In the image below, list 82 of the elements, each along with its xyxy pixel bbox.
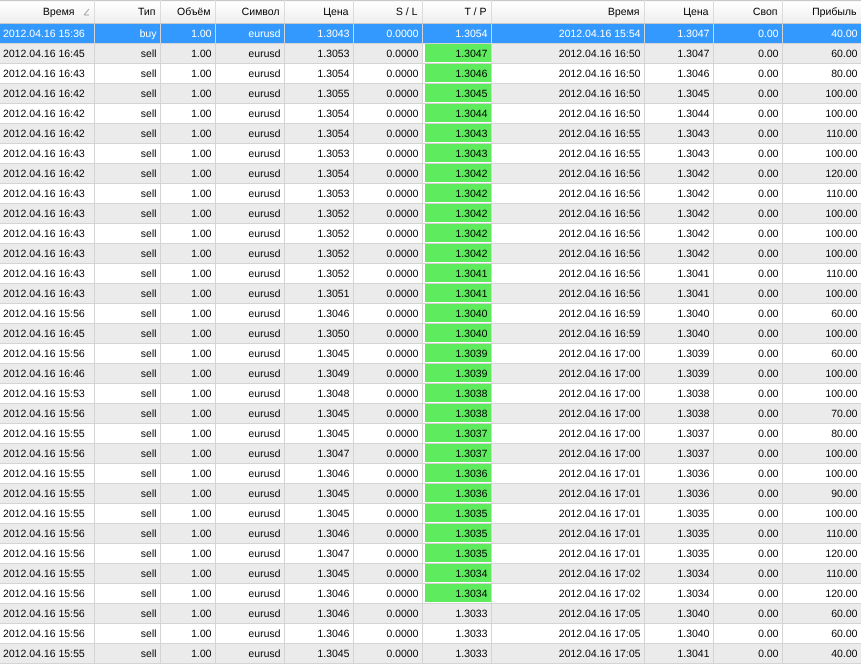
- column-header[interactable]: Прибыль: [782, 0, 861, 24]
- table-cell: eurusd: [215, 644, 284, 664]
- column-header[interactable]: Тип: [94, 0, 160, 24]
- table-cell: sell: [94, 644, 160, 664]
- table-cell: 1.3036: [422, 484, 491, 504]
- table-cell: 1.3045: [422, 84, 491, 104]
- table-cell: 1.3039: [422, 364, 491, 384]
- table-cell: 1.3045: [284, 644, 353, 664]
- column-header[interactable]: S / L: [353, 0, 422, 24]
- table-row[interactable]: 2012.04.16 15:56 sell 1.00 eurusd 1.3045 0.0000 1.3038 2012.04.16 17:00 1.3038 0.00 70.00: [0, 404, 861, 424]
- column-header[interactable]: T / P: [422, 0, 491, 24]
- table-cell: 1.3042: [422, 164, 491, 184]
- table-cell: 1.3038: [422, 384, 491, 404]
- table-row[interactable]: 2012.04.16 16:43 sell 1.00 eurusd 1.3053 0.0000 1.3043 2012.04.16 16:55 1.3043 0.00 100.00: [0, 144, 861, 164]
- table-cell: 1.3043: [422, 144, 491, 164]
- table-row[interactable]: 2012.04.16 15:56 sell 1.00 eurusd 1.3046 0.0000 1.3033 2012.04.16 17:05 1.3040 0.00 60.00: [0, 624, 861, 644]
- table-cell: 2012.04.16 15:55: [0, 644, 94, 664]
- table-row[interactable]: 2012.04.16 15:56 sell 1.00 eurusd 1.3046 0.0000 1.3040 2012.04.16 16:59 1.3040 0.00 60.00: [0, 304, 861, 324]
- table-row[interactable]: 2012.04.16 15:55 sell 1.00 eurusd 1.3045 0.0000 1.3035 2012.04.16 17:01 1.3035 0.00 100.00: [0, 504, 861, 524]
- table-cell: 0.00: [713, 644, 782, 664]
- table-cell: 1.3040: [422, 304, 491, 324]
- table-cell: 1.3034: [422, 564, 491, 584]
- table-cell: 1.3036: [422, 464, 491, 484]
- table-row[interactable]: 2012.04.16 15:56 sell 1.00 eurusd 1.3047 0.0000 1.3037 2012.04.16 17:00 1.3037 0.00 100.00: [0, 444, 861, 464]
- table-row[interactable]: 2012.04.16 15:55 sell 1.00 eurusd 1.3045 0.0000 1.3034 2012.04.16 17:02 1.3034 0.00 110.00: [0, 564, 861, 584]
- table-row[interactable]: 2012.04.16 15:56 sell 1.00 eurusd 1.3047 0.0000 1.3035 2012.04.16 17:01 1.3035 0.00 120.00: [0, 544, 861, 564]
- sort-indicator-icon: [82, 8, 90, 16]
- table-cell: 0.0000: [353, 644, 422, 664]
- table-cell: 1.3037: [422, 444, 491, 464]
- table-row[interactable]: 2012.04.16 16:42 sell 1.00 eurusd 1.3055 0.0000 1.3045 2012.04.16 16:50 1.3045 0.00 100.00: [0, 84, 861, 104]
- table-row[interactable]: 2012.04.16 15:55 sell 1.00 eurusd 1.3045 0.0000 1.3033 2012.04.16 17:05 1.3041 0.00 40.00: [0, 644, 861, 664]
- table-row[interactable]: 2012.04.16 15:56 sell 1.00 eurusd 1.3046 0.0000 1.3035 2012.04.16 17:01 1.3035 0.00 110.00: [0, 524, 861, 544]
- table-row[interactable]: 2012.04.16 15:55 sell 1.00 eurusd 1.3045 0.0000 1.3036 2012.04.16 17:01 1.3036 0.00 90.00: [0, 484, 861, 504]
- table-row[interactable]: 2012.04.16 16:43 sell 1.00 eurusd 1.3052 0.0000 1.3042 2012.04.16 16:56 1.3042 0.00 100.00: [0, 244, 861, 264]
- table-cell: 1.3042: [422, 224, 491, 244]
- table-cell: 1.3035: [422, 504, 491, 524]
- table-cell: 1.3035: [422, 524, 491, 544]
- table-cell: 1.3042: [422, 244, 491, 264]
- table-row[interactable]: 2012.04.16 16:42 sell 1.00 eurusd 1.3054 0.0000 1.3044 2012.04.16 16:50 1.3044 0.00 100.00: [0, 104, 861, 124]
- table-cell: 1.00: [160, 644, 215, 664]
- table-cell: 1.3038: [422, 404, 491, 424]
- table-row[interactable]: 2012.04.16 16:43 sell 1.00 eurusd 1.3054 0.0000 1.3046 2012.04.16 16:50 1.3046 0.00 80.00: [0, 64, 861, 84]
- table-row[interactable]: 2012.04.16 16:45 sell 1.00 eurusd 1.3050 0.0000 1.3040 2012.04.16 16:59 1.3040 0.00 100.00: [0, 324, 861, 344]
- table-cell: 1.3041: [422, 264, 491, 284]
- table-cell: 1.3043: [422, 124, 491, 144]
- table-cell: 1.3037: [422, 424, 491, 444]
- table-cell: 1.3041: [422, 284, 491, 304]
- table-row[interactable]: 2012.04.16 16:43 sell 1.00 eurusd 1.3052 0.0000 1.3042 2012.04.16 16:56 1.3042 0.00 100.00: [0, 224, 861, 244]
- table-row[interactable]: 2012.04.16 15:56 sell 1.00 eurusd 1.3046 0.0000 1.3033 2012.04.16 17:05 1.3040 0.00 60.00: [0, 604, 861, 624]
- table-cell: 1.3042: [422, 184, 491, 204]
- table-row[interactable]: 2012.04.16 15:53 sell 1.00 eurusd 1.3048 0.0000 1.3038 2012.04.16 17:00 1.3038 0.00 100.00: [0, 384, 861, 404]
- table-cell: 1.3040: [422, 324, 491, 344]
- table-cell: 1.3035: [422, 544, 491, 564]
- table-row[interactable]: 2012.04.16 16:45 sell 1.00 eurusd 1.3053 0.0000 1.3047 2012.04.16 16:50 1.3047 0.00 60.00: [0, 44, 861, 64]
- table-cell: 1.3042: [422, 204, 491, 224]
- table-row[interactable]: 2012.04.16 15:55 sell 1.00 eurusd 1.3046 0.0000 1.3036 2012.04.16 17:01 1.3036 0.00 100.00: [0, 464, 861, 484]
- table-row[interactable]: 2012.04.16 15:56 sell 1.00 eurusd 1.3046 0.0000 1.3034 2012.04.16 17:02 1.3034 0.00 120.00: [0, 584, 861, 604]
- column-header[interactable]: Своп: [713, 0, 782, 24]
- table-cell: 1.3039: [422, 344, 491, 364]
- column-header[interactable]: Цена: [644, 0, 713, 24]
- table-cell: 1.3041: [644, 644, 713, 664]
- table-row[interactable]: 2012.04.16 16:43 sell 1.00 eurusd 1.3052 0.0000 1.3041 2012.04.16 16:56 1.3041 0.00 110.00: [0, 264, 861, 284]
- column-header[interactable]: Время: [491, 0, 644, 24]
- table-row[interactable]: 2012.04.16 16:43 sell 1.00 eurusd 1.3051 0.0000 1.3041 2012.04.16 16:56 1.3041 0.00 100.00: [0, 284, 861, 304]
- table-cell: 1.3044: [422, 104, 491, 124]
- table-row[interactable]: 2012.04.16 16:42 sell 1.00 eurusd 1.3054 0.0000 1.3042 2012.04.16 16:56 1.3042 0.00 120.00: [0, 164, 861, 184]
- table-cell: 1.3046: [422, 64, 491, 84]
- column-header[interactable]: Символ: [215, 0, 284, 24]
- column-header[interactable]: Время: [0, 0, 94, 24]
- table-row[interactable]: 2012.04.16 16:46 sell 1.00 eurusd 1.3049 0.0000 1.3039 2012.04.16 17:00 1.3039 0.00 100.00: [0, 364, 861, 384]
- table-row[interactable]: 2012.04.16 16:43 sell 1.00 eurusd 1.3053 0.0000 1.3042 2012.04.16 16:56 1.3042 0.00 110.00: [0, 184, 861, 204]
- table-cell: 40.00: [782, 644, 861, 664]
- column-header[interactable]: Цена: [284, 0, 353, 24]
- table-row[interactable]: 2012.04.16 15:56 sell 1.00 eurusd 1.3045 0.0000 1.3039 2012.04.16 17:00 1.3039 0.00 60.00: [0, 344, 861, 364]
- table-row[interactable]: 2012.04.16 16:43 sell 1.00 eurusd 1.3052 0.0000 1.3042 2012.04.16 16:56 1.3042 0.00 100.00: [0, 204, 861, 224]
- table-row[interactable]: 2012.04.16 16:42 sell 1.00 eurusd 1.3054 0.0000 1.3043 2012.04.16 16:55 1.3043 0.00 110.00: [0, 124, 861, 144]
- column-header[interactable]: Объём: [160, 0, 215, 24]
- table-cell: 2012.04.16 17:05: [491, 644, 644, 664]
- table-row[interactable]: 2012.04.16 15:55 sell 1.00 eurusd 1.3045 0.0000 1.3037 2012.04.16 17:00 1.3037 0.00 80.00: [0, 424, 861, 444]
- table-cell: 1.3047: [422, 44, 491, 64]
- table-cell: 1.3033: [422, 644, 491, 664]
- table-cell: 1.3034: [422, 584, 491, 604]
